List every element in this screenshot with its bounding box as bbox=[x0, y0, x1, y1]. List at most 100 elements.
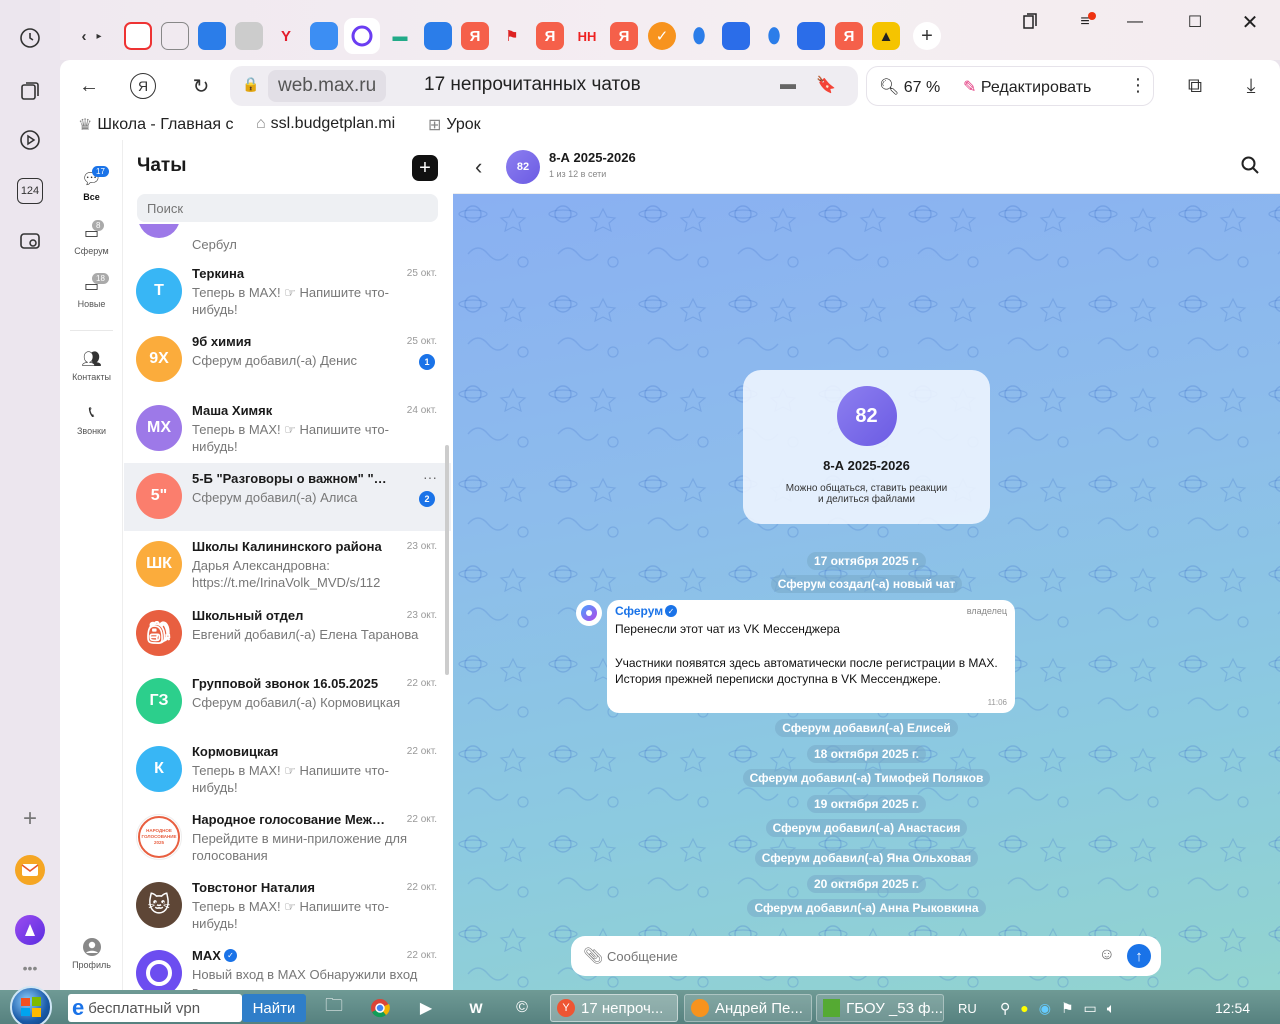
sticker-icon[interactable]: ☺ bbox=[1099, 946, 1115, 964]
chat-list-scrollbar[interactable] bbox=[445, 445, 449, 675]
collections-icon[interactable] bbox=[17, 78, 43, 104]
chat-list-item[interactable]: 9Х 9б химия 25 окт. Сферум добавил(-а) Дени… bbox=[124, 326, 451, 394]
tab-favicon-chat[interactable] bbox=[310, 22, 338, 50]
add-panel-icon[interactable]: + bbox=[17, 805, 43, 832]
message-input[interactable] bbox=[607, 945, 1087, 967]
chat-list-item[interactable]: MAX ✓ 22 окт. Новый вход в MAX Обнаружили в… bbox=[124, 940, 451, 990]
message-bubble[interactable]: Сферум ✓ владелец Перенесли этот чат из … bbox=[607, 600, 1015, 713]
tray-antivirus-icon[interactable]: ● bbox=[1020, 1000, 1028, 1016]
tab-favicon-emblem[interactable] bbox=[235, 22, 263, 50]
yandex-button[interactable]: Я bbox=[130, 73, 156, 99]
chrome-icon[interactable] bbox=[364, 994, 396, 1022]
bookmark-lesson[interactable]: ⊞ Урок bbox=[428, 115, 518, 135]
tab-favicon-yandex[interactable]: Я bbox=[461, 22, 489, 50]
bookmarks-panel-icon[interactable] bbox=[1014, 10, 1044, 34]
maximize-button[interactable]: ☐ bbox=[1180, 10, 1210, 34]
tray-network-icon[interactable]: ▭ bbox=[1084, 1000, 1097, 1017]
new-chat-button[interactable]: + bbox=[412, 155, 438, 181]
bookmark-school[interactable]: ♛ Школа - Главная с bbox=[78, 115, 238, 135]
tab-favicon-book[interactable]: ▬ bbox=[386, 22, 414, 50]
attach-icon[interactable]: 📎︎ bbox=[583, 946, 603, 966]
chat-bubble-icon[interactable]: ▬ bbox=[780, 76, 796, 94]
nav-all[interactable]: 💬︎ 17 Все bbox=[60, 166, 123, 202]
tab-favicon-check[interactable]: ✓ bbox=[648, 22, 676, 50]
tab-active-max[interactable] bbox=[344, 18, 380, 54]
app-c-icon[interactable]: © bbox=[506, 994, 538, 1022]
chat-list-item[interactable]: К Кормовицкая 22 окт. Теперь в MAX! ☞ Напиш… bbox=[124, 736, 451, 804]
bookmark-budgetplan[interactable]: ⌂ ssl.budgetplan.mi bbox=[256, 115, 414, 133]
tabs-count-badge[interactable]: 124 bbox=[17, 178, 43, 204]
send-button[interactable]: ↑ bbox=[1127, 944, 1151, 968]
message-sender[interactable]: Сферум bbox=[615, 604, 663, 618]
tab-favicon-blue-app[interactable] bbox=[198, 22, 226, 50]
chat-avatar[interactable]: 82 bbox=[506, 150, 540, 184]
tray-volume-icon[interactable]: 🔈︎ bbox=[1107, 1000, 1115, 1017]
nav-calls[interactable]: 📞︎ Звонки bbox=[60, 402, 123, 436]
nav-contacts[interactable]: 👥︎ Контакты bbox=[60, 348, 123, 382]
url-domain[interactable]: web.max.ru bbox=[268, 70, 387, 102]
chat-list-item[interactable]: 5" 5-Б "Разговоры о важном" "Пр... ··· Сфер… bbox=[124, 463, 451, 531]
alice-assistant-icon[interactable] bbox=[15, 915, 45, 945]
play-video-icon[interactable] bbox=[17, 127, 43, 153]
tab-favicon-swoosh[interactable]: ⬮ bbox=[685, 22, 713, 50]
download-icon[interactable]: ⤓ bbox=[1236, 72, 1266, 100]
taskbar-window-browser[interactable]: Y 17 непроч... bbox=[550, 994, 678, 1022]
taskbar-search-box[interactable]: e бесплатный vpn bbox=[68, 994, 242, 1022]
more-menu-icon[interactable]: ⋮ bbox=[1129, 75, 1147, 96]
taskbar-window-2[interactable]: Андрей Пе... bbox=[684, 994, 812, 1022]
tab-favicon-doc[interactable] bbox=[722, 22, 750, 50]
chat-name[interactable]: 8-А 2025-2026 bbox=[549, 150, 636, 165]
reload-button[interactable]: ↻ bbox=[186, 72, 216, 100]
screenshot-icon[interactable] bbox=[17, 228, 43, 254]
chat-list-item[interactable]: 🐱︎ Товстоног Наталия 22 окт. Теперь в MAX! … bbox=[124, 872, 451, 940]
tab-favicon-photo[interactable]: ▲ bbox=[872, 22, 900, 50]
edit-button[interactable]: ✎ Редактировать bbox=[963, 77, 1091, 97]
nav-profile[interactable]: Профиль bbox=[60, 936, 123, 970]
taskbar-search-button[interactable]: Найти bbox=[242, 994, 306, 1022]
back-button[interactable]: ← bbox=[74, 72, 104, 100]
taskbar-window-3[interactable]: ГБОУ _53 ф... bbox=[816, 994, 944, 1022]
chat-search-icon[interactable] bbox=[1240, 155, 1260, 180]
tab-favicon-y[interactable]: Y bbox=[272, 22, 300, 50]
more-dots-icon[interactable]: ••• bbox=[17, 955, 43, 981]
sender-avatar[interactable] bbox=[576, 600, 602, 626]
tab-forward-icon[interactable]: ▸ bbox=[92, 22, 106, 50]
menu-icon[interactable]: ≡ bbox=[1070, 10, 1100, 34]
bookmark-icon[interactable]: 🔖 bbox=[816, 75, 836, 95]
nav-new[interactable]: ▭ 18 Новые bbox=[60, 273, 123, 309]
tab-favicon-nn[interactable]: НН bbox=[573, 22, 601, 50]
close-window-button[interactable]: ✕ bbox=[1235, 10, 1265, 34]
tab-favicon-swoosh-2[interactable]: ⬮ bbox=[760, 22, 788, 50]
zoom-level[interactable]: 🔍︎ 67 % bbox=[879, 77, 940, 97]
tray-flag-icon[interactable]: ⚑ bbox=[1061, 1000, 1074, 1017]
chat-back-button[interactable]: ‹ bbox=[475, 154, 482, 180]
minimize-button[interactable]: — bbox=[1120, 10, 1150, 34]
tab-favicon-blue-app-2[interactable] bbox=[424, 22, 452, 50]
tray-usb-icon[interactable]: ⚲ bbox=[1000, 1000, 1010, 1017]
tray-app-icon[interactable]: ◉ bbox=[1039, 1000, 1051, 1017]
tab-favicon-doc-2[interactable] bbox=[797, 22, 825, 50]
media-player-icon[interactable]: ▶ bbox=[410, 994, 442, 1022]
explorer-icon[interactable]: 🗀︎ bbox=[318, 994, 350, 1022]
mail-icon[interactable] bbox=[15, 855, 45, 885]
new-tab-button[interactable]: + bbox=[913, 22, 941, 50]
nav-sferum[interactable]: ▭ 8 Сферум bbox=[60, 220, 123, 256]
tab-favicon-yandex-3[interactable]: Я bbox=[610, 22, 638, 50]
start-button[interactable] bbox=[10, 986, 52, 1024]
chat-list-item[interactable]: 🎒︎ Школьный отдел 23 окт. Евгений добавил(-… bbox=[124, 600, 451, 668]
search-input[interactable] bbox=[137, 194, 438, 222]
tab-favicon-grid[interactable] bbox=[161, 22, 189, 50]
tab-favicon-flag[interactable]: ⚑ bbox=[498, 22, 526, 50]
word-icon[interactable]: W bbox=[460, 994, 492, 1022]
tab-favicon-yandex-4[interactable]: Я bbox=[835, 22, 863, 50]
chat-list-item[interactable]: ГЗ Групповой звонок 16.05.2025 22 окт. Сфер… bbox=[124, 668, 451, 736]
chat-list-item[interactable]: НАРОДНОЕ ГОЛОСОВАНИЕ 2025 Народное голосова… bbox=[124, 804, 451, 872]
tab-favicon-red[interactable] bbox=[124, 22, 152, 50]
language-indicator[interactable]: RU bbox=[958, 994, 977, 1022]
chat-list-item[interactable]: МХ Маша Химяк 24 окт. Теперь в MAX! ☞ Напиш… bbox=[124, 395, 451, 463]
address-bar[interactable]: 🔒 web.max.ru 17 непрочитанных чатов ▬ 🔖 bbox=[230, 66, 858, 106]
chat-list-item[interactable]: ШК Школы Калининского района 23 окт. Дарья … bbox=[124, 531, 451, 599]
chat-more-options-icon[interactable]: ··· bbox=[423, 469, 437, 485]
chat-list-item[interactable]: Т Теркина 25 окт. Теперь в MAX! ☞ Напишите … bbox=[124, 258, 451, 326]
tab-favicon-yandex-2[interactable]: Я bbox=[536, 22, 564, 50]
